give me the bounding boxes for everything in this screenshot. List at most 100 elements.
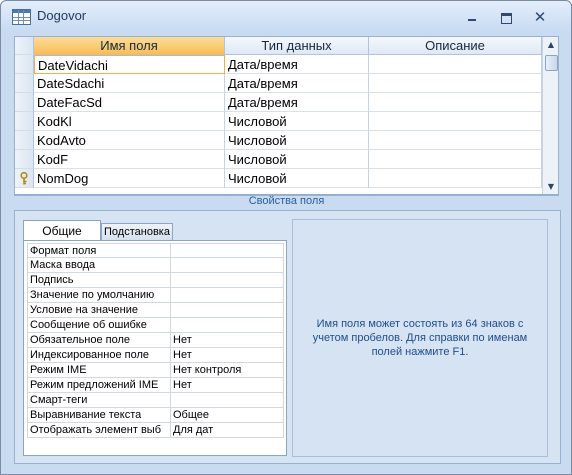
description-cell[interactable] xyxy=(369,112,542,131)
table-row[interactable]: DateSdachi Дата/время xyxy=(15,74,542,93)
property-value[interactable] xyxy=(171,318,284,333)
property-value[interactable]: Для дат xyxy=(171,423,284,438)
minimize-icon xyxy=(468,19,476,21)
property-value[interactable] xyxy=(171,243,284,258)
data-type-cell[interactable]: Числовой xyxy=(225,112,369,131)
data-type-cell[interactable]: Числовой xyxy=(225,169,369,188)
help-text: Имя поля может состоять из 64 знаков с у… xyxy=(312,318,528,358)
description-cell[interactable] xyxy=(369,74,542,93)
column-header-data-type[interactable]: Тип данных xyxy=(225,37,369,55)
description-cell[interactable] xyxy=(369,55,542,74)
property-row[interactable]: Смарт-теги xyxy=(27,393,284,408)
property-name: Сообщение об ошибке xyxy=(27,318,171,333)
description-cell[interactable] xyxy=(369,93,542,112)
table-row[interactable]: DateVidachi Дата/время xyxy=(15,55,542,74)
property-value[interactable] xyxy=(171,273,284,288)
tab-lookup[interactable]: Подстановка xyxy=(101,223,173,241)
field-name-cell[interactable]: DateSdachi xyxy=(34,74,225,93)
maximize-icon xyxy=(501,13,512,24)
close-button[interactable]: ✕ xyxy=(529,8,551,26)
field-properties-pane: Подстановка Общие Формат поля Маска ввода… xyxy=(14,210,561,464)
property-row[interactable]: Условие на значение xyxy=(27,303,284,318)
property-row[interactable]: Маска ввода xyxy=(27,258,284,273)
window-title: Dogovor xyxy=(37,8,87,23)
property-row[interactable]: Подпись xyxy=(27,273,284,288)
property-name: Маска ввода xyxy=(27,258,171,273)
description-cell[interactable] xyxy=(369,150,542,169)
tab-general[interactable]: Общие xyxy=(23,220,101,241)
row-selector[interactable] xyxy=(15,93,34,112)
property-value[interactable]: Нет xyxy=(171,378,284,393)
scroll-down-icon[interactable]: ▼ xyxy=(546,182,556,192)
property-value[interactable]: Нет xyxy=(171,348,284,363)
table-row[interactable]: NomDog Числовой xyxy=(15,169,542,188)
field-name-cell[interactable]: KodKl xyxy=(34,112,225,131)
property-row[interactable]: Обязательное поле Нет xyxy=(27,333,284,348)
property-name: Выравнивание текста xyxy=(27,408,171,423)
field-name-cell[interactable]: DateFacSd xyxy=(34,93,225,112)
data-type-cell[interactable]: Дата/время xyxy=(225,74,369,93)
property-name: Обязательное поле xyxy=(27,333,171,348)
property-row[interactable]: Отображать элемент выб Для дат xyxy=(27,423,284,438)
close-icon: ✕ xyxy=(533,8,547,26)
table-row[interactable]: KodF Числовой xyxy=(15,150,542,169)
row-selector[interactable] xyxy=(15,131,34,150)
table-row[interactable]: DateFacSd Дата/время xyxy=(15,93,542,112)
table-row[interactable]: KodAvto Числовой xyxy=(15,131,542,150)
row-selector[interactable] xyxy=(15,55,34,74)
properties-table: Формат поля Маска ввода Подпись Значение по… xyxy=(23,240,287,456)
primary-key-icon xyxy=(20,172,28,185)
property-value[interactable]: Нет контроля xyxy=(171,363,284,378)
property-name: Режим IME xyxy=(27,363,171,378)
table-design-window: Dogovor ✕ Имя поля Тип данных Описание D… xyxy=(0,0,572,475)
property-name: Подпись xyxy=(27,273,171,288)
property-value[interactable]: Общее xyxy=(171,408,284,423)
description-cell[interactable] xyxy=(369,131,542,150)
column-header-field-name[interactable]: Имя поля xyxy=(34,37,225,55)
property-name: Условие на значение xyxy=(27,303,171,318)
property-row[interactable]: Сообщение об ошибке xyxy=(27,318,284,333)
property-value[interactable] xyxy=(171,288,284,303)
data-type-cell[interactable]: Дата/время xyxy=(225,55,369,74)
property-value[interactable] xyxy=(171,258,284,273)
field-name-cell[interactable]: KodAvto xyxy=(34,131,225,150)
field-properties-label: Свойства поля xyxy=(248,195,325,207)
property-row[interactable]: Индексированное поле Нет xyxy=(27,348,284,363)
data-type-cell[interactable]: Числовой xyxy=(225,150,369,169)
field-name-cell[interactable]: NomDog xyxy=(34,169,225,188)
header-corner[interactable] xyxy=(15,37,34,55)
property-value[interactable]: Нет xyxy=(171,333,284,348)
property-name: Значение по умолчанию xyxy=(27,288,171,303)
field-name-cell[interactable]: KodF xyxy=(34,150,225,169)
help-panel: Имя поля может состоять из 64 знаков с у… xyxy=(292,219,548,457)
data-type-cell[interactable]: Дата/время xyxy=(225,93,369,112)
data-type-cell[interactable]: Числовой xyxy=(225,131,369,150)
description-cell[interactable] xyxy=(369,169,542,188)
maximize-button[interactable] xyxy=(495,8,517,26)
row-selector[interactable] xyxy=(15,112,34,131)
row-selector[interactable] xyxy=(15,74,34,93)
field-grid: Имя поля Тип данных Описание DateVidachi… xyxy=(14,36,559,196)
row-selector[interactable] xyxy=(15,150,34,169)
column-header-description[interactable]: Описание xyxy=(369,37,542,55)
property-row[interactable]: Формат поля xyxy=(27,243,284,258)
row-selector[interactable] xyxy=(15,169,34,188)
property-row[interactable]: Выравнивание текста Общее xyxy=(27,408,284,423)
field-name-cell[interactable]: DateVidachi xyxy=(34,55,225,74)
property-value[interactable] xyxy=(171,303,284,318)
property-row[interactable]: Режим предложений IME Нет xyxy=(27,378,284,393)
property-row[interactable]: Значение по умолчанию xyxy=(27,288,284,303)
property-value[interactable] xyxy=(171,393,284,408)
scroll-up-icon[interactable]: ▲ xyxy=(546,40,556,50)
table-row[interactable]: KodKl Числовой xyxy=(15,112,542,131)
vertical-scrollbar[interactable]: ▲ ▼ xyxy=(542,37,558,195)
property-name: Смарт-теги xyxy=(27,393,171,408)
grid-header: Имя поля Тип данных Описание xyxy=(15,37,542,55)
property-row[interactable]: Режим IME Нет контроля xyxy=(27,363,284,378)
title-bar[interactable]: Dogovor ✕ xyxy=(1,1,571,31)
property-name: Отображать элемент выб xyxy=(27,423,171,438)
property-name: Индексированное поле xyxy=(27,348,171,363)
minimize-button[interactable] xyxy=(461,8,483,26)
scroll-thumb[interactable] xyxy=(545,55,558,71)
property-name: Формат поля xyxy=(27,243,171,258)
